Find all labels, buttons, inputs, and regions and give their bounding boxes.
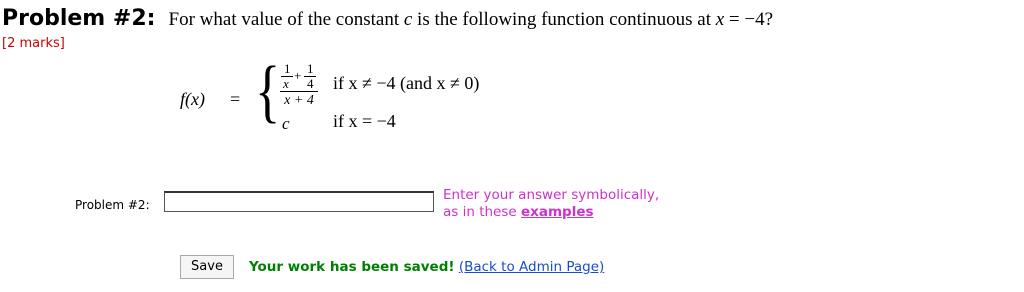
fraction-numerator: 1 x + 1 4	[280, 62, 318, 90]
save-status: Your work has been saved! (Back to Admin…	[249, 259, 604, 275]
case1-condition: if x ≠ −4 (and x ≠ 0)	[333, 73, 480, 93]
fraction-main-line	[280, 91, 318, 92]
problem-heading: Problem #2: For what value of the consta…	[2, 6, 773, 31]
question-var-x: x	[715, 9, 725, 30]
case2-condition: if x = −4	[333, 111, 396, 131]
equals-sign: =	[230, 89, 241, 109]
question-var-c: c	[403, 9, 413, 30]
problem-question: For what value of the constant c is the …	[169, 9, 774, 30]
function-name: f(x)	[180, 89, 205, 109]
frac-num2: 1	[307, 61, 314, 76]
case2-value: c	[282, 114, 290, 133]
save-button[interactable]: Save	[180, 255, 234, 279]
problem-title: Problem #2:	[2, 6, 156, 31]
question-text-mid: is the following function continuous at	[417, 9, 711, 30]
answer-hint: Enter your answer symbolically, as in th…	[443, 187, 659, 221]
answer-input[interactable]	[164, 191, 434, 212]
admin-page-link[interactable]: (Back to Admin Page)	[459, 259, 604, 275]
marks-label: [2 marks]	[2, 36, 65, 51]
frac-plus: +	[294, 68, 302, 83]
question-text-pre: For what value of the constant	[168, 9, 400, 30]
hint-line-2: as in these examples	[443, 204, 659, 221]
frac-den2: 4	[307, 76, 314, 91]
hint-line-1: Enter your answer symbolically,	[443, 187, 660, 203]
fraction-denominator: x + 4	[284, 93, 314, 108]
hint-line-2-text: as in these	[443, 204, 517, 220]
frac-den1: x	[283, 76, 289, 91]
examples-link[interactable]: examples	[521, 204, 594, 220]
frac-num1: 1	[284, 61, 291, 76]
question-text-post: = −4?	[728, 9, 774, 30]
answer-label: Problem #2:	[75, 198, 150, 212]
piecewise-brace: {	[255, 53, 281, 130]
piecewise-fraction: 1 x + 1 4 x + 4	[280, 62, 318, 108]
saved-message: Your work has been saved!	[249, 259, 455, 275]
